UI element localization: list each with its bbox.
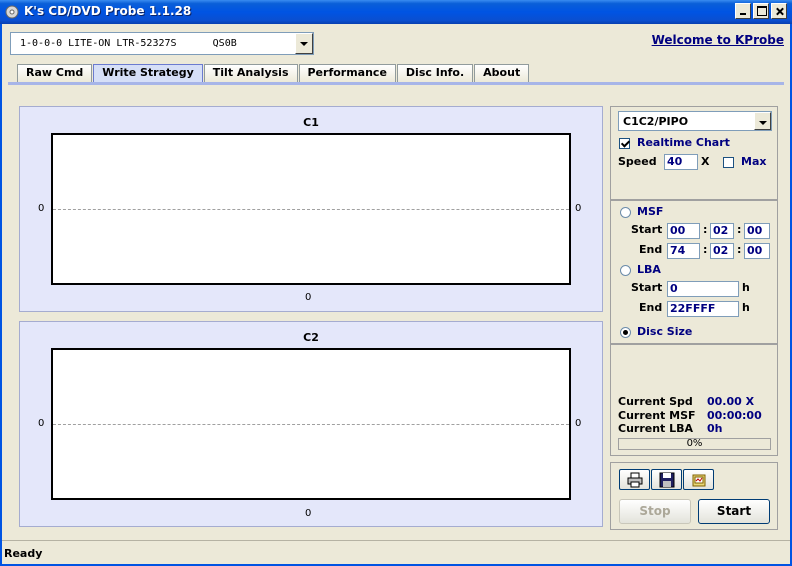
progress-bar: 0% bbox=[618, 438, 771, 450]
msf-radio[interactable] bbox=[620, 207, 631, 218]
speed-label: Speed bbox=[618, 155, 657, 168]
lba-start-hex-unit: h bbox=[742, 281, 750, 294]
test-mode-value: C1C2/PIPO bbox=[623, 114, 689, 128]
current-lba-value: 0h bbox=[707, 422, 723, 435]
lba-end-label: End bbox=[639, 301, 663, 314]
welcome-link[interactable]: Welcome to KProbe bbox=[652, 33, 784, 47]
chevron-down-icon[interactable] bbox=[295, 33, 313, 54]
disc-size-label: Disc Size bbox=[637, 325, 693, 338]
msf-end-sec-input[interactable]: 02 bbox=[710, 243, 734, 259]
lba-end-input[interactable]: 22FFFF bbox=[667, 301, 739, 317]
c1-y-tick-right: 0 bbox=[575, 203, 582, 214]
lba-radio[interactable] bbox=[620, 265, 631, 276]
realtime-chart-label: Realtime Chart bbox=[637, 136, 730, 149]
tab-bar: Raw Cmd Write Strategy Tilt Analysis Per… bbox=[17, 64, 530, 82]
lba-label: LBA bbox=[637, 263, 661, 276]
maximize-button[interactable] bbox=[753, 3, 769, 19]
test-settings-panel: C1C2/PIPO Realtime Chart Speed 40 X Max bbox=[610, 106, 778, 200]
current-lba-label: Current LBA bbox=[618, 422, 694, 435]
current-speed-label: Current Spd bbox=[618, 395, 693, 408]
c2-y-tick-right: 0 bbox=[575, 418, 582, 429]
start-button[interactable]: Start bbox=[698, 499, 770, 524]
c1-plot-area bbox=[51, 133, 571, 285]
msf-end-min-input[interactable]: 74 bbox=[667, 243, 700, 259]
tab-raw-cmd[interactable]: Raw Cmd bbox=[17, 64, 93, 82]
tab-write-strategy[interactable]: Write Strategy bbox=[93, 64, 203, 82]
stop-button[interactable]: Stop bbox=[619, 499, 691, 524]
max-speed-checkbox[interactable] bbox=[723, 157, 734, 168]
chevron-down-icon[interactable] bbox=[754, 112, 771, 130]
open-button[interactable] bbox=[683, 469, 714, 490]
open-file-icon bbox=[692, 474, 706, 487]
printer-icon bbox=[627, 472, 643, 488]
drive-select[interactable]: 1-0-0-0 LITE-ON LTR-52327S QS0B bbox=[10, 32, 314, 55]
drive-select-value: 1-0-0-0 LITE-ON LTR-52327S QS0B bbox=[20, 38, 237, 49]
msf-separator: : bbox=[703, 243, 708, 256]
c2-chart-panel: C2 0 0 0 bbox=[19, 321, 603, 527]
lba-start-input[interactable]: 0 bbox=[667, 281, 739, 297]
c2-plot-area bbox=[51, 348, 571, 500]
realtime-chart-checkbox[interactable] bbox=[619, 138, 630, 149]
status-text: Ready bbox=[4, 547, 43, 560]
window-frame-left bbox=[0, 24, 2, 566]
progress-text: 0% bbox=[686, 438, 703, 449]
c2-chart-title: C2 bbox=[303, 331, 319, 344]
current-status-panel: Current Spd 00.00 X Current MSF 00:00:00… bbox=[610, 344, 778, 456]
c1-chart-panel: C1 0 0 0 bbox=[19, 106, 603, 312]
speed-input[interactable]: 40 bbox=[664, 154, 698, 170]
tab-performance[interactable]: Performance bbox=[298, 64, 396, 82]
c2-x-tick: 0 bbox=[305, 508, 312, 519]
save-button[interactable] bbox=[651, 469, 682, 490]
msf-start-label: Start bbox=[631, 223, 663, 236]
current-msf-value: 00:00:00 bbox=[707, 409, 762, 422]
print-button[interactable] bbox=[619, 469, 650, 490]
tab-disc-info[interactable]: Disc Info. bbox=[396, 64, 474, 82]
lba-end-hex-unit: h bbox=[742, 301, 750, 314]
msf-end-frame-input[interactable]: 00 bbox=[744, 243, 770, 259]
msf-end-label: End bbox=[639, 243, 663, 256]
status-bar: Ready bbox=[2, 540, 790, 564]
tab-underline bbox=[8, 82, 784, 85]
msf-start-min-input[interactable]: 00 bbox=[667, 223, 700, 239]
minimize-button[interactable] bbox=[735, 3, 751, 19]
c1-x-tick: 0 bbox=[305, 292, 312, 303]
c1-zero-line bbox=[53, 209, 569, 210]
current-speed-value: 00.00 X bbox=[707, 395, 755, 408]
msf-start-sec-input[interactable]: 02 bbox=[710, 223, 734, 239]
actions-panel: Stop Start bbox=[610, 462, 778, 530]
msf-separator: : bbox=[703, 223, 708, 236]
msf-separator: : bbox=[737, 223, 742, 236]
test-mode-select[interactable]: C1C2/PIPO bbox=[618, 111, 772, 131]
msf-start-frame-input[interactable]: 00 bbox=[744, 223, 770, 239]
test-range-panel: MSF Start 00 : 02 : 00 End 74 : 02 : 00 … bbox=[610, 200, 778, 344]
app-disc-icon bbox=[5, 5, 19, 19]
tab-tilt-analysis[interactable]: Tilt Analysis bbox=[203, 64, 298, 82]
c2-zero-line bbox=[53, 424, 569, 425]
window-title: K's CD/DVD Probe 1.1.28 bbox=[24, 4, 192, 18]
c1-chart-title: C1 bbox=[303, 116, 319, 129]
lba-start-label: Start bbox=[631, 281, 663, 294]
msf-label: MSF bbox=[637, 205, 664, 218]
c2-y-tick-left: 0 bbox=[38, 418, 45, 429]
title-bar: K's CD/DVD Probe 1.1.28 bbox=[0, 0, 792, 24]
disc-size-radio[interactable] bbox=[620, 327, 631, 338]
msf-separator: : bbox=[737, 243, 742, 256]
speed-unit: X bbox=[701, 155, 710, 168]
tab-about[interactable]: About bbox=[474, 64, 530, 82]
current-msf-label: Current MSF bbox=[618, 409, 696, 422]
close-button[interactable] bbox=[771, 3, 787, 19]
max-speed-label: Max bbox=[741, 155, 767, 168]
c1-y-tick-left: 0 bbox=[38, 203, 45, 214]
floppy-disk-icon bbox=[659, 472, 675, 488]
